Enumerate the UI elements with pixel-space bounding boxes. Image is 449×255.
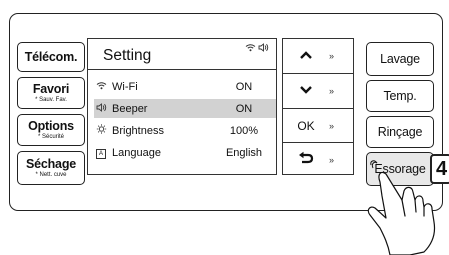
wifi-icon <box>94 81 108 93</box>
setting-label: Wi-Fi <box>112 80 138 93</box>
more-icon: » <box>329 155 335 165</box>
language-icon: A <box>94 147 108 159</box>
telecom-button[interactable]: Télécom. <box>17 42 85 72</box>
more-icon: » <box>329 121 335 131</box>
setting-label: Brightness <box>112 124 164 137</box>
options-label: Options <box>28 118 74 133</box>
temp-label: Temp. <box>383 88 417 103</box>
screen-title: Setting <box>103 47 152 64</box>
title-divider <box>88 69 276 71</box>
options-button[interactable]: Options * Sécurité <box>17 114 85 146</box>
favori-button[interactable]: Favori * Sauv. Fav. <box>17 77 85 109</box>
ok-button[interactable]: OK » <box>283 109 353 143</box>
speaker-icon <box>94 102 108 115</box>
rincage-button[interactable]: Rinçage <box>366 116 434 148</box>
wifi-icon <box>245 44 256 52</box>
pressing-hand-icon <box>367 160 436 255</box>
brightness-icon <box>94 124 108 137</box>
navigation-keys: » » OK » » <box>282 38 354 175</box>
lavage-label: Lavage <box>380 51 420 66</box>
ok-label: OK <box>297 119 315 133</box>
favori-sublabel: * Sauv. Fav. <box>35 97 67 104</box>
setting-value: ON <box>235 80 253 93</box>
status-icons <box>245 43 269 54</box>
back-arrow-icon <box>283 151 329 169</box>
setting-row-beeper[interactable]: Beeper ON <box>94 99 276 118</box>
lavage-button[interactable]: Lavage <box>366 42 434 76</box>
more-icon: » <box>329 51 335 61</box>
setting-label: Language <box>112 146 161 159</box>
setting-value: ON <box>235 102 253 115</box>
sechage-button[interactable]: Séchage * Nett. cuve <box>17 151 85 185</box>
sechage-sublabel: * Nett. cuve <box>35 172 67 179</box>
telecom-label: Télécom. <box>24 49 78 64</box>
setting-row-brightness[interactable]: Brightness 100% <box>94 121 276 140</box>
chevron-down-icon <box>283 82 329 100</box>
more-icon: » <box>329 86 335 96</box>
setting-value: English <box>225 146 263 159</box>
favori-label: Favori <box>32 81 70 96</box>
down-button[interactable]: » <box>283 74 353 108</box>
options-sublabel: * Sécurité <box>37 134 64 141</box>
setting-value: 100% <box>229 124 259 137</box>
temp-button[interactable]: Temp. <box>366 80 434 112</box>
display-screen: Setting Wi-Fi ON Beeper ON Brightness 10… <box>87 38 277 175</box>
rincage-label: Rinçage <box>377 124 423 139</box>
setting-label: Beeper <box>112 102 148 115</box>
up-button[interactable]: » <box>283 39 353 73</box>
sechage-label: Séchage <box>25 156 77 171</box>
setting-row-wifi[interactable]: Wi-Fi ON <box>94 77 276 96</box>
chevron-up-icon <box>283 47 329 65</box>
back-button[interactable]: » <box>283 143 353 177</box>
speaker-icon <box>258 43 268 52</box>
setting-row-language[interactable]: A Language English <box>94 143 276 162</box>
